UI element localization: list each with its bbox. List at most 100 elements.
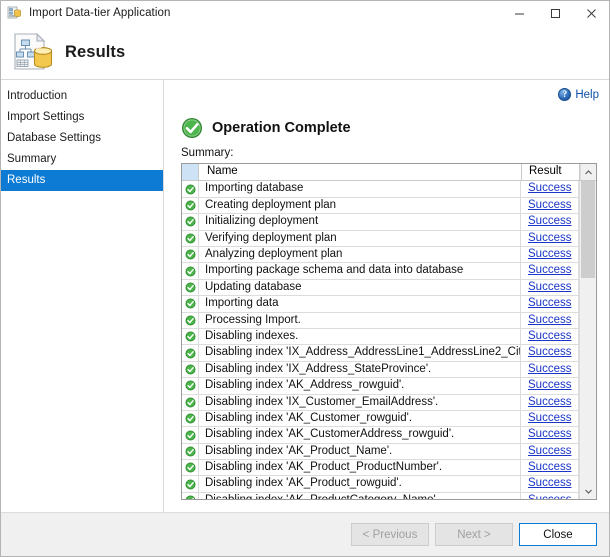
row-result[interactable]: Success <box>521 476 579 492</box>
grid-header-name[interactable]: Name <box>199 164 522 181</box>
body: Introduction Import Settings Database Se… <box>1 79 609 512</box>
sidebar-item-label: Results <box>7 174 46 186</box>
row-success-icon <box>182 443 199 460</box>
row-result-link[interactable]: Success <box>528 494 571 499</box>
scrollbar-thumb[interactable] <box>581 181 595 278</box>
row-name: Creating deployment plan <box>199 197 521 214</box>
row-result[interactable]: Success <box>521 214 579 230</box>
row-result[interactable]: Success <box>521 492 579 499</box>
table-row[interactable]: Importing package schema and data into d… <box>182 263 579 280</box>
table-row[interactable]: Disabling index 'AK_Product_rowguid'. Suc… <box>182 476 579 493</box>
table-row[interactable]: Disabling index 'AK_Address_rowguid'. Suc… <box>182 378 579 395</box>
row-name: Importing database <box>199 181 521 197</box>
row-result[interactable]: Success <box>521 394 579 410</box>
sidebar-item-summary[interactable]: Summary <box>1 149 163 170</box>
sidebar-item-import-settings[interactable]: Import Settings <box>1 107 163 128</box>
table-row[interactable]: Processing Import. Success <box>182 312 579 329</box>
table-row[interactable]: Disabling indexes. Success <box>182 328 579 346</box>
table-row[interactable]: Disabling index 'AK_Product_ProductNumbe… <box>182 460 579 477</box>
row-result[interactable]: Success <box>521 410 579 427</box>
main-panel: ? Help Operation Complete Summary: Name … <box>164 80 609 512</box>
row-result-link[interactable]: Success <box>528 363 571 375</box>
row-success-icon <box>182 345 199 361</box>
close-window-button[interactable] <box>573 1 609 25</box>
row-result-link[interactable]: Success <box>528 264 571 276</box>
row-result-link[interactable]: Success <box>528 330 571 342</box>
help-link[interactable]: ? Help <box>558 88 599 102</box>
row-result[interactable]: Success <box>521 247 579 263</box>
row-name: Analyzing deployment plan <box>199 247 521 263</box>
row-result[interactable]: Success <box>521 378 579 394</box>
row-result-link[interactable]: Success <box>528 281 571 293</box>
row-result-link[interactable]: Success <box>528 182 571 194</box>
row-result[interactable]: Success <box>521 361 579 378</box>
row-result-link[interactable]: Success <box>528 445 571 457</box>
row-result-link[interactable]: Success <box>528 346 571 358</box>
row-result[interactable]: Success <box>521 427 579 443</box>
close-button[interactable]: Close <box>519 523 597 546</box>
table-row[interactable]: Disabling index 'IX_Customer_EmailAddres… <box>182 394 579 411</box>
row-result-link[interactable]: Success <box>528 396 571 408</box>
table-row[interactable]: Disabling index 'AK_ProductCategory_Name… <box>182 492 579 499</box>
table-row[interactable]: Initializing deployment Success <box>182 214 579 231</box>
table-row[interactable]: Importing database Success <box>182 181 579 198</box>
table-row[interactable]: Disabling index 'IX_Address_AddressLine1… <box>182 345 579 362</box>
row-result-link[interactable]: Success <box>528 248 571 260</box>
table-row[interactable]: Disabling index 'AK_CustomerAddress_rowg… <box>182 427 579 444</box>
row-result[interactable]: Success <box>521 443 579 460</box>
sidebar-item-results[interactable]: Results <box>1 170 163 191</box>
scroll-down-arrow[interactable] <box>580 483 596 499</box>
row-result[interactable]: Success <box>521 279 579 296</box>
summary-label: Summary: <box>181 147 234 160</box>
table-row[interactable]: Analyzing deployment plan Success <box>182 247 579 264</box>
row-result[interactable]: Success <box>521 328 579 345</box>
row-result-link[interactable]: Success <box>528 232 571 244</box>
row-result-link[interactable]: Success <box>528 461 571 473</box>
table-row[interactable]: Creating deployment plan Success <box>182 197 579 215</box>
next-button[interactable]: Next > <box>435 523 513 546</box>
row-name: Disabling index 'IX_Address_StateProvinc… <box>199 361 521 378</box>
row-success-icon <box>182 197 199 214</box>
row-success-icon <box>182 181 199 197</box>
row-result-link[interactable]: Success <box>528 379 571 391</box>
row-result-link[interactable]: Success <box>528 199 571 211</box>
row-result[interactable]: Success <box>521 345 579 361</box>
table-row[interactable]: Updating database Success <box>182 279 579 297</box>
row-success-icon <box>182 378 199 394</box>
row-result[interactable]: Success <box>521 263 579 279</box>
table-row[interactable]: Disabling index 'IX_Address_StateProvinc… <box>182 361 579 379</box>
operation-status: Operation Complete <box>181 117 597 139</box>
previous-button[interactable]: < Previous <box>351 523 429 546</box>
sidebar-item-database-settings[interactable]: Database Settings <box>1 128 163 149</box>
row-name: Disabling index 'AK_Address_rowguid'. <box>199 378 521 394</box>
row-result[interactable]: Success <box>521 230 579 247</box>
row-name: Disabling index 'AK_Product_rowguid'. <box>199 476 521 492</box>
row-result[interactable]: Success <box>521 296 579 312</box>
row-result-link[interactable]: Success <box>528 412 571 424</box>
scroll-up-arrow[interactable] <box>580 164 596 181</box>
table-row[interactable]: Disabling index 'AK_Product_Name'. Succes… <box>182 443 579 461</box>
row-success-icon <box>182 394 199 410</box>
table-row[interactable]: Verifying deployment plan Success <box>182 230 579 248</box>
row-result-link[interactable]: Success <box>528 428 571 440</box>
sidebar-item-introduction[interactable]: Introduction <box>1 86 163 107</box>
row-result[interactable]: Success <box>521 460 579 476</box>
table-row[interactable]: Importing data Success <box>182 296 579 313</box>
minimize-button[interactable] <box>501 1 537 25</box>
row-result-link[interactable]: Success <box>528 314 571 326</box>
row-result-link[interactable]: Success <box>528 215 571 227</box>
grid-header-result[interactable]: Result <box>522 164 580 181</box>
grid-vertical-scrollbar[interactable] <box>579 181 596 499</box>
row-result[interactable]: Success <box>521 181 579 197</box>
page-header: Results <box>1 25 609 79</box>
scrollbar-track[interactable] <box>580 181 596 483</box>
row-result[interactable]: Success <box>521 312 579 328</box>
table-row[interactable]: Disabling index 'AK_Customer_rowguid'. Su… <box>182 410 579 428</box>
row-success-icon <box>182 410 199 427</box>
row-result[interactable]: Success <box>521 197 579 214</box>
maximize-button[interactable] <box>537 1 573 25</box>
row-success-icon <box>182 361 199 378</box>
row-success-icon <box>182 214 199 230</box>
row-result-link[interactable]: Success <box>528 477 571 489</box>
row-result-link[interactable]: Success <box>528 297 571 309</box>
